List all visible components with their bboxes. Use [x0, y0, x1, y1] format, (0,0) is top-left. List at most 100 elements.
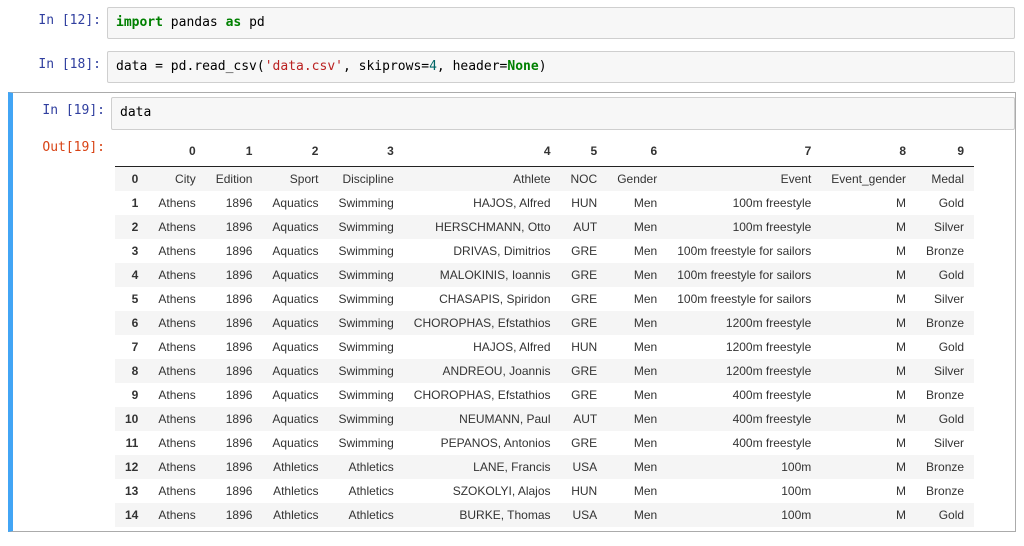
cell: DRIVAS, Dimitrios: [404, 239, 561, 263]
cell: Silver: [916, 215, 974, 239]
cell: Aquatics: [262, 407, 328, 431]
cell: Aquatics: [262, 431, 328, 455]
cell: 100m: [667, 479, 821, 503]
cell: Bronze: [916, 479, 974, 503]
cell: ANDREOU, Joannis: [404, 359, 561, 383]
cell: Athletics: [328, 455, 403, 479]
cell: Gold: [916, 191, 974, 215]
cell: Athletics: [328, 479, 403, 503]
cell: 100m freestyle for sailors: [667, 263, 821, 287]
output-prompt: Out[19]:: [13, 134, 111, 155]
cell: Men: [607, 431, 667, 455]
cell: PEPANOS, Antonios: [404, 431, 561, 455]
cell: USA: [561, 503, 608, 527]
cell: Men: [607, 383, 667, 407]
cell: Medal: [916, 166, 974, 191]
table-row: 12Athens1896AthleticsAthleticsLANE, Fran…: [115, 455, 974, 479]
cell: SZOKOLYI, Alajos: [404, 479, 561, 503]
table-row: 4Athens1896AquaticsSwimmingMALOKINIS, Io…: [115, 263, 974, 287]
cell: Swimming: [328, 287, 403, 311]
column-header: 1: [206, 138, 263, 167]
table-row: 1Athens1896AquaticsSwimmingHAJOS, Alfred…: [115, 191, 974, 215]
row-index: 0: [115, 166, 148, 191]
cell: Athletics: [262, 503, 328, 527]
cell: 1896: [206, 479, 263, 503]
dataframe-table: 0123456789 0CityEditionSportDisciplineAt…: [115, 138, 974, 527]
table-row: 13Athens1896AthleticsAthleticsSZOKOLYI, …: [115, 479, 974, 503]
cell: HAJOS, Alfred: [404, 191, 561, 215]
row-index: 9: [115, 383, 148, 407]
cell: 100m freestyle for sailors: [667, 239, 821, 263]
cell: M: [821, 287, 916, 311]
cell: M: [821, 359, 916, 383]
cell: Athens: [148, 311, 205, 335]
code-cell[interactable]: In [12]: import pandas as pd: [8, 4, 1016, 42]
cell: 1896: [206, 239, 263, 263]
cell: 400m freestyle: [667, 407, 821, 431]
cell: Athletics: [262, 455, 328, 479]
cell: 100m: [667, 503, 821, 527]
table-row: 3Athens1896AquaticsSwimmingDRIVAS, Dimit…: [115, 239, 974, 263]
code-input[interactable]: import pandas as pd: [107, 7, 1015, 39]
table-row: 6Athens1896AquaticsSwimmingCHOROPHAS, Ef…: [115, 311, 974, 335]
column-header: 5: [561, 138, 608, 167]
cell: Swimming: [328, 383, 403, 407]
code-input[interactable]: data: [111, 97, 1015, 129]
cell: 1896: [206, 311, 263, 335]
cell: 1896: [206, 263, 263, 287]
cell: 1896: [206, 359, 263, 383]
cell: Athletics: [262, 479, 328, 503]
cell: GRE: [561, 239, 608, 263]
column-header: 3: [328, 138, 403, 167]
cell: 100m freestyle: [667, 191, 821, 215]
cell: 400m freestyle: [667, 431, 821, 455]
code-input[interactable]: data = pd.read_csv('data.csv', skiprows=…: [107, 51, 1015, 83]
cell: Men: [607, 455, 667, 479]
cell: GRE: [561, 263, 608, 287]
cell: Aquatics: [262, 191, 328, 215]
cell: Swimming: [328, 239, 403, 263]
cell: M: [821, 239, 916, 263]
cell: Gold: [916, 335, 974, 359]
cell: Discipline: [328, 166, 403, 191]
cell: M: [821, 311, 916, 335]
input-prompt: In [18]:: [9, 51, 107, 72]
cell: M: [821, 335, 916, 359]
cell: Athlete: [404, 166, 561, 191]
cell: 1200m freestyle: [667, 311, 821, 335]
cell: M: [821, 431, 916, 455]
row-index: 7: [115, 335, 148, 359]
column-header: 8: [821, 138, 916, 167]
cell: M: [821, 503, 916, 527]
cell: Men: [607, 503, 667, 527]
cell: Event: [667, 166, 821, 191]
table-row: 2Athens1896AquaticsSwimmingHERSCHMANN, O…: [115, 215, 974, 239]
code-cell-selected[interactable]: In [19]: data Out[19]: 0123456789 0CityE…: [8, 92, 1016, 531]
code-cell[interactable]: In [18]: data = pd.read_csv('data.csv', …: [8, 48, 1016, 86]
cell: Men: [607, 311, 667, 335]
table-row: 8Athens1896AquaticsSwimmingANDREOU, Joan…: [115, 359, 974, 383]
cell: Men: [607, 191, 667, 215]
cell: BURKE, Thomas: [404, 503, 561, 527]
input-prompt: In [12]:: [9, 7, 107, 28]
cell: GRE: [561, 359, 608, 383]
cell: Aquatics: [262, 239, 328, 263]
row-index: 12: [115, 455, 148, 479]
table-row: 5Athens1896AquaticsSwimmingCHASAPIS, Spi…: [115, 287, 974, 311]
table-row: 9Athens1896AquaticsSwimmingCHOROPHAS, Ef…: [115, 383, 974, 407]
cell: Men: [607, 215, 667, 239]
cell: 100m freestyle: [667, 215, 821, 239]
cell: AUT: [561, 215, 608, 239]
column-header: 6: [607, 138, 667, 167]
cell: Athens: [148, 287, 205, 311]
notebook: In [12]: import pandas as pd In [18]: da…: [0, 0, 1024, 546]
cell: USA: [561, 455, 608, 479]
cell: Athens: [148, 239, 205, 263]
cell: Edition: [206, 166, 263, 191]
cell: Swimming: [328, 311, 403, 335]
cell: Silver: [916, 431, 974, 455]
cell: M: [821, 191, 916, 215]
cell: Athens: [148, 335, 205, 359]
cell: Men: [607, 239, 667, 263]
row-index: 14: [115, 503, 148, 527]
